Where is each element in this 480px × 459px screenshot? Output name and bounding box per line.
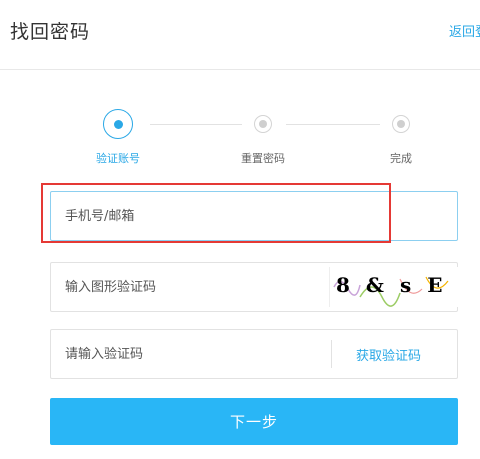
back-to-login-link[interactable]: 返回登: [449, 21, 480, 40]
captcha-text: 8&sE: [336, 273, 459, 297]
captcha-image[interactable]: 8&sE: [329, 267, 459, 307]
get-sms-code-button[interactable]: 获取验证码: [356, 345, 421, 364]
pending-dot-icon: [397, 120, 405, 128]
captcha-field: 8&sE: [50, 262, 458, 312]
step-3-indicator: [392, 115, 410, 133]
field-divider: [331, 340, 332, 368]
step-connector: [286, 124, 380, 125]
step-3-label: 完成: [390, 152, 412, 165]
captcha-input[interactable]: [65, 263, 325, 311]
page-title: 找回密码: [10, 21, 91, 43]
sms-code-input[interactable]: [65, 330, 315, 378]
step-connector: [150, 124, 242, 125]
account-input[interactable]: [65, 192, 325, 240]
active-dot-icon: [113, 119, 123, 129]
next-step-button[interactable]: 下一步: [50, 398, 458, 445]
step-2-label: 重置密码: [241, 152, 285, 165]
step-1-indicator: [103, 109, 133, 139]
sms-code-field: 获取验证码: [50, 329, 458, 379]
step-1-label: 验证账号: [96, 152, 140, 165]
find-password-page: 找回密码 返回登 验证账号 重置密码 完成: [0, 0, 480, 459]
step-2-indicator: [254, 115, 272, 133]
header: 找回密码 返回登: [0, 0, 480, 70]
account-field: [50, 191, 458, 241]
pending-dot-icon: [259, 120, 267, 128]
